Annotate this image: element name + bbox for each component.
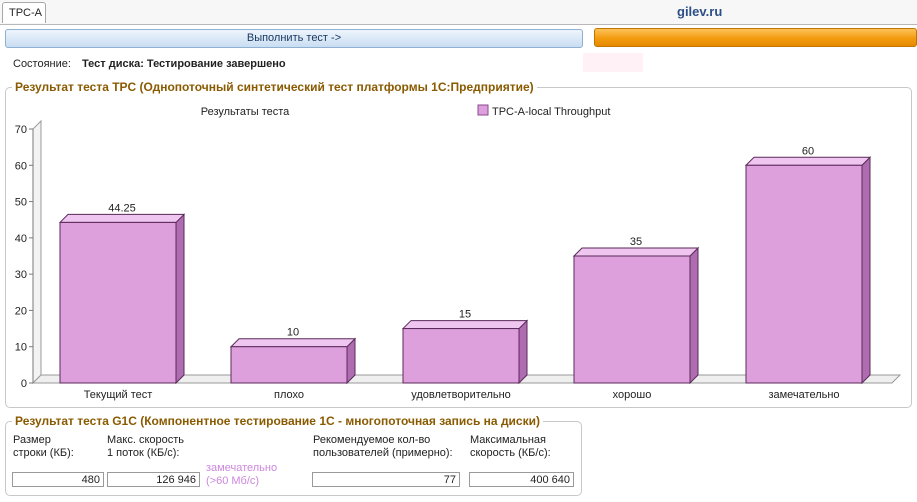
y-tick-label: 0 [21, 378, 27, 390]
bar [402, 328, 520, 384]
bar [745, 164, 863, 384]
row-size-label-line1: Размер [13, 434, 51, 446]
x-category-label: хорошо [613, 389, 652, 401]
chart-side-wall [32, 119, 42, 385]
y-tick-label: 30 [15, 269, 27, 281]
bar-value-label: 15 [459, 309, 471, 321]
legend-swatch [477, 104, 489, 116]
y-tick-label: 50 [15, 197, 27, 209]
bar [59, 221, 177, 384]
y-tick-label: 40 [15, 233, 27, 245]
y-tick-label: 60 [15, 160, 27, 172]
bar-top [401, 320, 529, 330]
y-tick-label: 70 [15, 124, 27, 136]
tpc-chart: 0 10 20 30 40 50 60 70 Результаты теста TPC-A-loc… [15, 104, 902, 401]
max-speed-field[interactable]: 400 640 [469, 472, 574, 487]
rec-users-field[interactable]: 77 [312, 472, 460, 487]
bar-side [518, 319, 528, 385]
bar-top [572, 247, 700, 257]
bar-top [229, 338, 357, 348]
max-speed-1-label: Макс. скорость 1 поток (КБ/с): [107, 434, 184, 460]
bar-top [744, 156, 872, 166]
bar [230, 346, 348, 384]
bar-side [689, 246, 699, 385]
speed-hint-line1: замечательно [206, 462, 278, 474]
rec-users-label-line1: Рекомендуемое кол-во [313, 434, 431, 446]
x-category-label: Текущий тест [84, 389, 153, 401]
speed-hint-line2: (>60 Мб/с) [206, 475, 260, 487]
speed-hint: замечательно (>60 Мб/с) [206, 462, 277, 488]
bar [573, 255, 691, 384]
bar-value-label: 60 [802, 145, 814, 157]
x-category-label: замечательно [768, 389, 839, 401]
chart-title: Результаты теста [201, 106, 290, 118]
rec-users-label-line2: пользователей (примерно): [313, 447, 453, 459]
bar-value-label: 10 [287, 327, 299, 339]
bar-side [175, 213, 185, 385]
g1c-result-legend: Результат теста G1C (Компонентное тестир… [15, 414, 540, 428]
rec-users-label: Рекомендуемое кол-во пользователей (прим… [313, 434, 453, 460]
max-speed-label-line1: Максимальная [470, 434, 546, 446]
max-speed-1-label-line2: 1 поток (КБ/с): [107, 447, 180, 459]
bar-value-label: 35 [630, 236, 642, 248]
bar-top [58, 213, 186, 223]
max-speed-label-line2: скорость (КБ/с): [470, 447, 551, 459]
row-size-label: Размер строки (КБ): [13, 434, 74, 460]
max-speed-label: Максимальная скорость (КБ/с): [470, 434, 551, 460]
y-tick-label: 10 [15, 342, 27, 354]
x-category-label: плохо [274, 389, 304, 401]
max-speed-1-field[interactable]: 126 946 [107, 472, 200, 487]
bar-value-label: 44.25 [108, 202, 136, 214]
row-size-field[interactable]: 480 [12, 472, 104, 487]
legend-label: TPC-A-local Throughput [492, 106, 610, 118]
row-size-label-line2: строки (КБ): [13, 447, 74, 459]
bar-side [861, 156, 871, 385]
y-tick-label: 20 [15, 305, 27, 317]
max-speed-1-label-line1: Макс. скорость [107, 434, 185, 446]
x-category-label: удовлетворительно [411, 389, 511, 401]
